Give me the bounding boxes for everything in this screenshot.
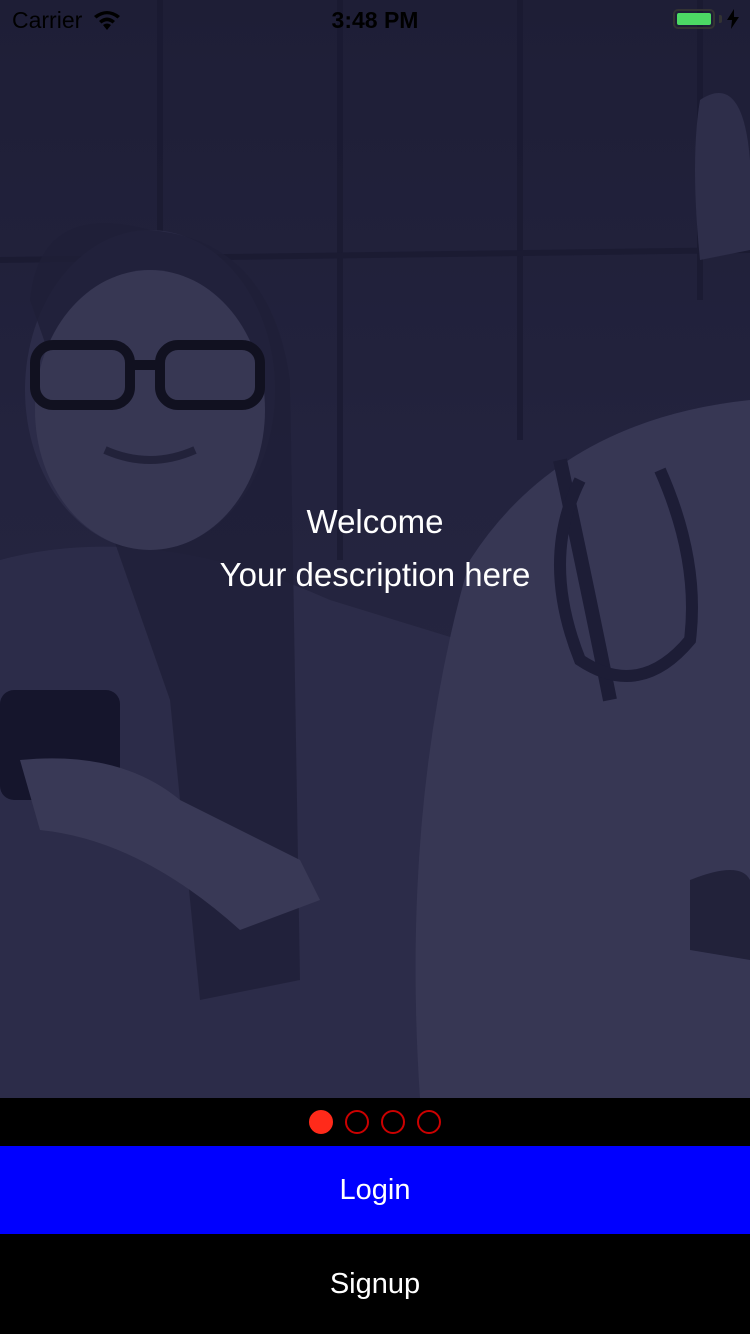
login-button[interactable]: Login [0, 1146, 750, 1234]
page-indicator [0, 1098, 750, 1146]
signup-button[interactable]: Signup [0, 1234, 750, 1334]
battery-tip [719, 15, 722, 23]
welcome-description: Your description here [219, 556, 531, 593]
welcome-title: Welcome [306, 503, 444, 540]
welcome-block: Welcome Your description here [0, 500, 750, 606]
page-dot-1[interactable] [309, 1110, 333, 1134]
onboarding-screen: Carrier 3:48 PM Welcome Your description… [0, 0, 750, 1334]
battery-level [677, 13, 711, 25]
clock-time: 3:48 PM [331, 7, 419, 33]
page-dot-2[interactable] [345, 1110, 369, 1134]
page-dot-3[interactable] [381, 1110, 405, 1134]
battery-group [673, 9, 740, 29]
battery-icon [673, 9, 715, 29]
status-bar: Carrier 3:48 PM [0, 0, 750, 40]
bolt-icon [727, 9, 739, 29]
page-dot-4[interactable] [417, 1110, 441, 1134]
